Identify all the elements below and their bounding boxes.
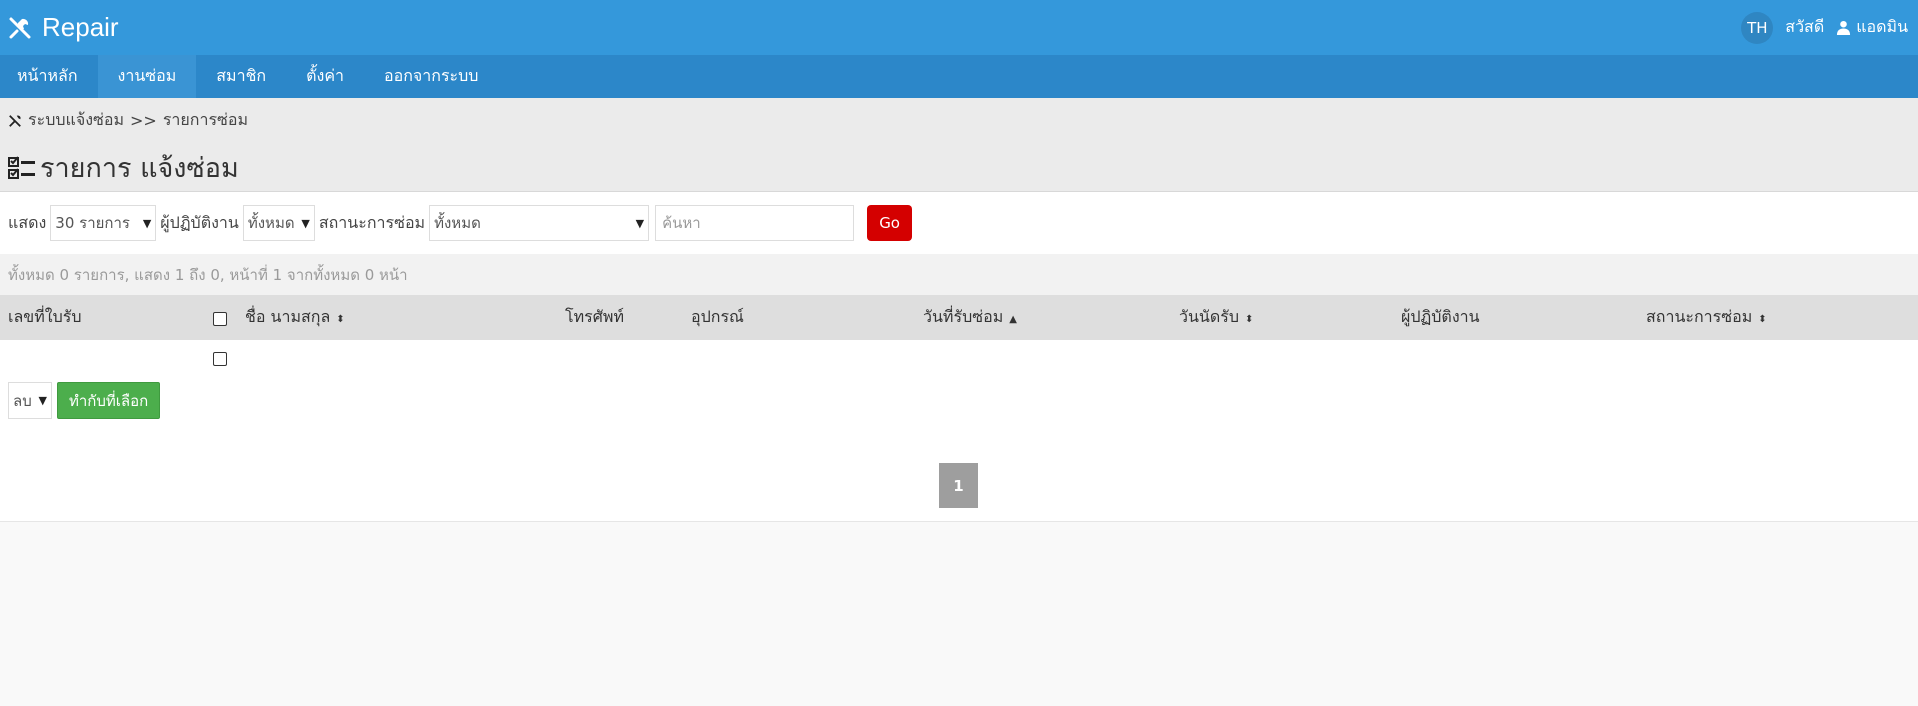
operator-select[interactable]: ทั้งหมด ▼ [242, 205, 315, 241]
tools-icon [8, 114, 22, 128]
column-label: โทรศัพท์ [565, 307, 624, 326]
status-select[interactable]: ทั้งหมด ▼ [429, 205, 650, 241]
top-header: Repair TH สวัสดี แอดมิน [0, 0, 1918, 55]
chevron-down-icon: ▼ [142, 216, 152, 230]
user-icon [1836, 20, 1851, 35]
column-header-receipt: เลขที่ใบรับ [0, 295, 205, 340]
show-label: แสดง [8, 212, 47, 232]
sort-icon: ⬍ [1245, 314, 1254, 325]
checklist-icon [8, 154, 36, 182]
sort-icon: ⬍ [1758, 314, 1767, 325]
bulk-action-value: ลบ [13, 391, 32, 410]
chevron-down-icon: ▼ [38, 394, 47, 407]
page-button-current[interactable]: 1 [939, 463, 978, 508]
search-input[interactable] [655, 205, 855, 241]
menu-item-home[interactable]: หน้าหลัก [0, 55, 98, 98]
table-header-row: เลขที่ใบรับ ชื่อ นามสกุล ⬍ โทรศัพท์ อุปกร… [0, 295, 1918, 340]
column-header-appointment[interactable]: วันนัดรับ ⬍ [1171, 295, 1393, 340]
pagination: 1 [939, 463, 978, 508]
go-button[interactable]: Go [867, 205, 913, 241]
page-title: รายการ แจ้งซ่อม [8, 146, 239, 189]
column-label: เลขที่ใบรับ [8, 307, 82, 326]
column-header-operator: ผู้ปฏิบัติงาน [1393, 295, 1638, 340]
column-label: วันนัดรับ [1179, 307, 1239, 326]
column-label: สถานะการซ่อม [1646, 307, 1753, 326]
rows-per-page-select[interactable]: 30 รายการ ▼ [50, 205, 157, 241]
rows-per-page-value: 30 รายการ [55, 214, 130, 232]
status-value: ทั้งหมด [434, 214, 481, 232]
column-header-phone: โทรศัพท์ [557, 295, 683, 340]
repair-table: เลขที่ใบรับ ชื่อ นามสกุล ⬍ โทรศัพท์ อุปกร… [0, 295, 1918, 376]
table-row [0, 340, 1918, 376]
apply-selected-button[interactable]: ทำกับที่เลือก [57, 382, 161, 419]
chevron-down-icon: ▼ [301, 216, 310, 230]
column-label: อุปกรณ์ [691, 307, 744, 326]
menu-item-repair[interactable]: งานซ่อม [97, 55, 197, 98]
row-checkbox[interactable] [213, 352, 227, 366]
breadcrumb-root-link[interactable]: ระบบแจ้งซ่อม [28, 108, 124, 133]
sort-icon: ⬍ [336, 314, 345, 325]
username: แอดมิน [1856, 17, 1908, 36]
page-header: ระบบแจ้งซ่อม >> รายการซ่อม รายการ แจ้งซ่… [0, 98, 1918, 192]
header-right: TH สวัสดี แอดมิน [1741, 11, 1908, 44]
column-header-select-all [205, 295, 237, 340]
main-menu: หน้าหลัก งานซ่อม สมาชิก ตั้งค่า ออกจากระ… [0, 55, 1918, 98]
column-header-status[interactable]: สถานะการซ่อม ⬍ [1638, 295, 1918, 340]
filter-bar: แสดง 30 รายการ ▼ ผู้ปฏิบัติงาน ทั้งหมด ▼ ส… [0, 192, 1918, 254]
operator-label: ผู้ปฏิบัติงาน [160, 212, 239, 232]
main-content: แสดง 30 รายการ ▼ ผู้ปฏิบัติงาน ทั้งหมด ▼ ส… [0, 192, 1918, 522]
breadcrumb-current: รายการซ่อม [162, 110, 249, 129]
result-summary: ทั้งหมด 0 รายการ, แสดง 1 ถึง 0, หน้าที่ … [0, 254, 1918, 295]
column-header-name[interactable]: ชื่อ นามสกุล ⬍ [237, 295, 557, 340]
page-title-text: รายการ แจ้งซ่อม [40, 153, 239, 184]
chevron-down-icon: ▼ [635, 216, 645, 230]
bulk-action-bar: ลบ ▼ ทำกับที่เลือก [0, 376, 1918, 425]
column-label: วันที่รับซ่อม [923, 307, 1004, 326]
column-header-device: อุปกรณ์ [683, 295, 915, 340]
menu-item-settings[interactable]: ตั้งค่า [286, 55, 364, 98]
breadcrumb-separator: >> [130, 111, 157, 130]
menu-item-logout[interactable]: ออกจากระบบ [364, 55, 498, 98]
column-header-received-date[interactable]: วันที่รับซ่อม ▲ [915, 295, 1171, 340]
tools-icon [8, 16, 32, 40]
greeting-text: สวัสดี [1785, 17, 1825, 36]
brand[interactable]: Repair [8, 12, 119, 43]
status-label: สถานะการซ่อม [318, 212, 426, 232]
app-name: Repair [42, 12, 119, 42]
breadcrumb: ระบบแจ้งซ่อม >> รายการซ่อม [8, 108, 248, 133]
menu-item-members[interactable]: สมาชิก [196, 55, 286, 98]
column-label: ชื่อ นามสกุล [245, 307, 331, 326]
operator-value: ทั้งหมด [247, 214, 295, 232]
bulk-action-select[interactable]: ลบ ▼ [8, 382, 52, 419]
select-all-checkbox[interactable] [213, 311, 227, 326]
language-switch[interactable]: TH [1741, 11, 1774, 44]
column-label: ผู้ปฏิบัติงาน [1401, 307, 1480, 326]
sort-asc-icon: ▲ [1009, 314, 1017, 325]
user-menu[interactable]: แอดมิน [1836, 15, 1908, 40]
